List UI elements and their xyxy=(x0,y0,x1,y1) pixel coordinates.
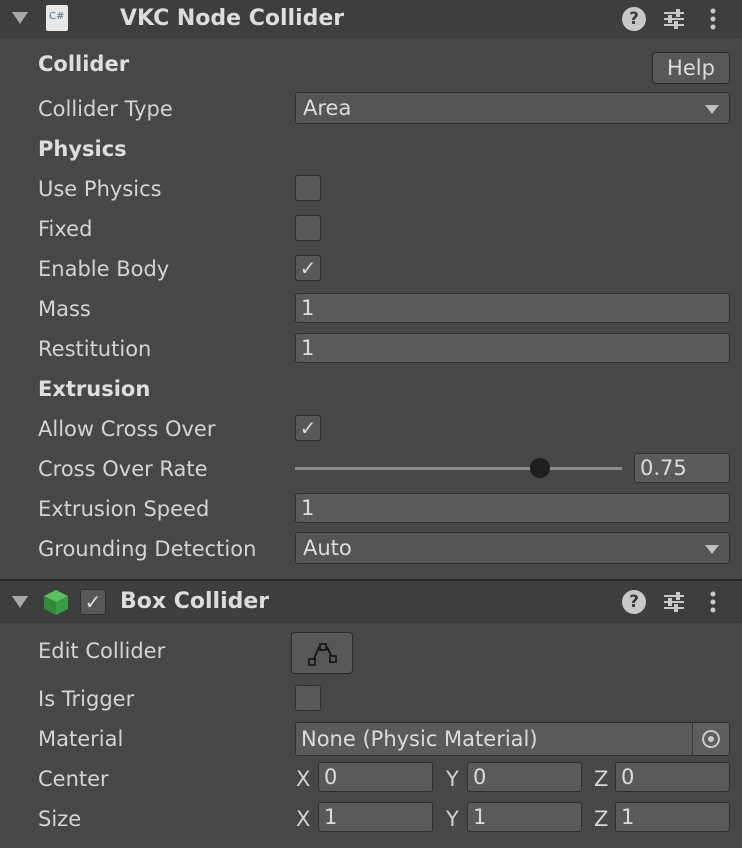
restitution-input[interactable]: 1 xyxy=(295,333,730,363)
size-y-axis-label: Y xyxy=(446,807,459,831)
is-trigger-label: Is Trigger xyxy=(38,687,135,711)
enable-body-label: Enable Body xyxy=(38,257,170,281)
object-picker-button[interactable] xyxy=(692,723,729,755)
mass-input[interactable]: 1 xyxy=(295,293,730,323)
edit-collider-icon xyxy=(308,643,337,666)
object-picker-icon xyxy=(702,730,720,748)
vkc-component-header: C# VKC Node Collider ? xyxy=(0,0,742,38)
context-menu-kebab-icon[interactable] xyxy=(706,7,720,31)
allow-cross-over-label: Allow Cross Over xyxy=(38,417,216,441)
presets-sliders-icon[interactable] xyxy=(662,591,686,613)
material-label: Material xyxy=(38,727,124,751)
size-x-input[interactable]: 1 xyxy=(318,802,433,832)
use-physics-label: Use Physics xyxy=(38,177,162,201)
chevron-down-icon xyxy=(705,545,719,554)
foldout-arrow-icon[interactable] xyxy=(12,596,28,608)
box-collider-header: ✓ Box Collider ? xyxy=(0,581,742,623)
restitution-label: Restitution xyxy=(38,337,152,361)
size-y-input[interactable]: 1 xyxy=(467,802,582,832)
section-physics: Physics xyxy=(38,137,127,161)
extrusion-speed-label: Extrusion Speed xyxy=(38,497,210,521)
extrusion-speed-input[interactable]: 1 xyxy=(295,493,730,523)
help-icon[interactable]: ? xyxy=(622,590,646,614)
size-x-axis-label: X xyxy=(296,807,311,831)
center-z-axis-label: Z xyxy=(594,767,609,791)
is-trigger-checkbox[interactable] xyxy=(295,685,321,711)
enable-body-checkbox[interactable]: ✓ xyxy=(295,255,321,281)
center-x-input[interactable]: 0 xyxy=(318,762,433,792)
context-menu-kebab-icon[interactable] xyxy=(706,590,720,614)
center-z-input[interactable]: 0 xyxy=(615,762,730,792)
grounding-detection-value: Auto xyxy=(303,536,352,560)
cross-over-rate-input[interactable]: 0.75 xyxy=(634,453,730,483)
checkmark-icon: ✓ xyxy=(84,590,102,614)
section-collider: Collider xyxy=(38,52,130,76)
foldout-arrow-icon[interactable] xyxy=(12,12,28,24)
edit-collider-button[interactable] xyxy=(291,632,353,674)
presets-sliders-icon[interactable] xyxy=(662,8,686,30)
center-y-axis-label: Y xyxy=(446,767,459,791)
center-y-input[interactable]: 0 xyxy=(467,762,582,792)
checkmark-icon: ✓ xyxy=(299,416,317,440)
vkc-component-title: VKC Node Collider xyxy=(120,6,345,31)
fixed-label: Fixed xyxy=(38,217,93,241)
script-file-icon: C# xyxy=(46,5,68,31)
cross-over-rate-slider-track[interactable] xyxy=(295,467,622,470)
script-icon-label: C# xyxy=(49,11,65,22)
size-label: Size xyxy=(38,807,82,831)
fixed-checkbox[interactable] xyxy=(295,215,321,241)
checkmark-icon: ✓ xyxy=(299,256,317,280)
help-icon[interactable]: ? xyxy=(622,7,646,31)
cross-over-rate-label: Cross Over Rate xyxy=(38,457,208,481)
material-value: None (Physic Material) xyxy=(301,727,538,751)
grounding-detection-label: Grounding Detection xyxy=(38,537,257,561)
grounding-detection-dropdown[interactable]: Auto xyxy=(295,532,730,564)
section-extrusion: Extrusion xyxy=(38,377,151,401)
edit-collider-label: Edit Collider xyxy=(38,639,166,663)
box-collider-enabled-checkbox[interactable]: ✓ xyxy=(80,589,106,615)
size-z-input[interactable]: 1 xyxy=(615,802,730,832)
cube-component-icon xyxy=(44,590,68,615)
center-x-axis-label: X xyxy=(296,767,311,791)
help-button[interactable]: Help xyxy=(652,52,730,84)
mass-label: Mass xyxy=(38,297,91,321)
collider-type-value: Area xyxy=(303,96,352,120)
use-physics-checkbox[interactable] xyxy=(295,175,321,201)
cross-over-rate-slider-thumb[interactable] xyxy=(530,458,551,478)
collider-type-label: Collider Type xyxy=(38,97,173,121)
collider-type-dropdown[interactable]: Area xyxy=(295,92,730,124)
size-z-axis-label: Z xyxy=(594,807,609,831)
allow-cross-over-checkbox[interactable]: ✓ xyxy=(295,415,321,441)
center-label: Center xyxy=(38,767,109,791)
chevron-down-icon xyxy=(705,105,719,114)
material-object-field[interactable]: None (Physic Material) xyxy=(295,722,730,756)
box-collider-title: Box Collider xyxy=(120,589,270,614)
